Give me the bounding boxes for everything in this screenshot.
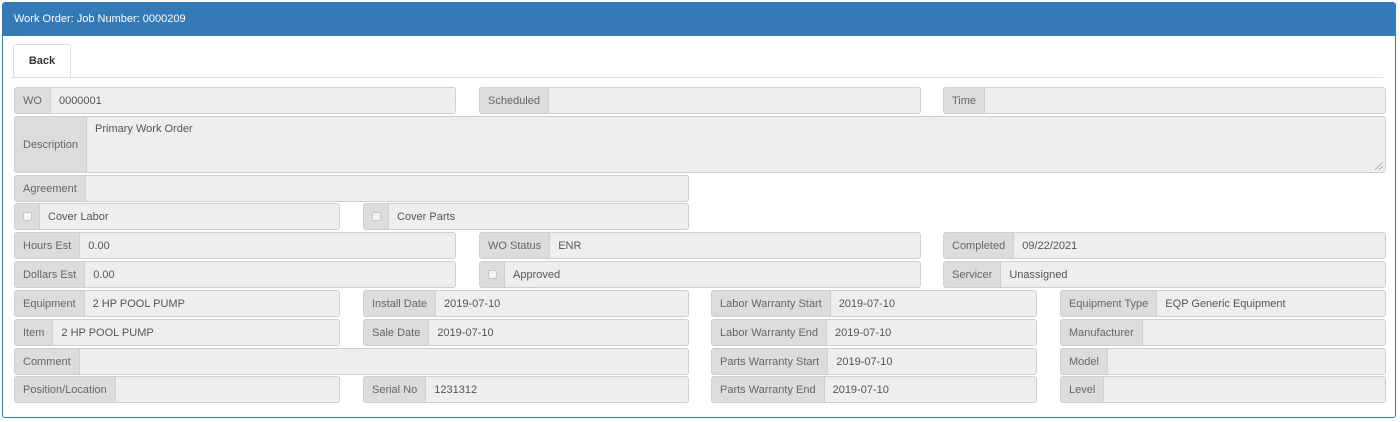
install-date-field[interactable]: 2019-07-10 xyxy=(436,291,688,316)
wo-field[interactable]: 0000001 xyxy=(50,88,455,113)
labor-warranty-end-group: Labor Warranty End 2019-07-10 xyxy=(711,319,1037,346)
item-group: Item 2 HP POOL PUMP xyxy=(14,319,340,346)
approved-label: Approved xyxy=(505,262,920,287)
labor-warranty-end-field[interactable]: 2019-07-10 xyxy=(827,320,1036,345)
item-label: Item xyxy=(15,320,54,345)
serial-no-group: Serial No 1231312 xyxy=(363,376,689,403)
hours-est-field[interactable]: 0.00 xyxy=(80,233,455,258)
equipment-group: Equipment 2 HP POOL PUMP xyxy=(14,290,340,317)
position-location-group: Position/Location xyxy=(14,376,340,403)
servicer-group: Servicer Unassigned xyxy=(943,261,1386,288)
cover-labor-group: Cover Labor xyxy=(14,203,340,230)
equipment-field[interactable]: 2 HP POOL PUMP xyxy=(84,291,339,316)
description-field-group: Description Primary Work Order xyxy=(14,116,1386,173)
time-label: Time xyxy=(944,88,986,113)
scheduled-label: Scheduled xyxy=(480,88,549,113)
serial-no-field[interactable]: 1231312 xyxy=(426,377,688,402)
level-field[interactable] xyxy=(1104,377,1385,402)
position-location-label: Position/Location xyxy=(15,377,116,402)
labor-warranty-start-label: Labor Warranty Start xyxy=(712,291,831,316)
comment-field[interactable] xyxy=(79,349,688,374)
item-field[interactable]: 2 HP POOL PUMP xyxy=(53,320,339,345)
sale-date-label: Sale Date xyxy=(364,320,430,345)
description-text: Primary Work Order xyxy=(95,123,193,135)
sale-date-group: Sale Date 2019-07-10 xyxy=(363,319,689,346)
dollars-est-field[interactable]: 0.00 xyxy=(85,262,455,287)
labor-warranty-end-label: Labor Warranty End xyxy=(712,320,828,345)
scheduled-field-group: Scheduled xyxy=(479,87,921,114)
parts-warranty-end-group: Parts Warranty End 2019-07-10 xyxy=(711,376,1037,403)
wo-label: WO xyxy=(15,88,51,113)
agreement-field[interactable] xyxy=(85,176,688,201)
cover-labor-checkbox[interactable] xyxy=(22,212,32,221)
agreement-label: Agreement xyxy=(15,176,86,201)
equipment-type-group: Equipment Type EQP Generic Equipment xyxy=(1060,290,1386,317)
parts-warranty-start-field[interactable]: 2019-07-10 xyxy=(828,349,1036,374)
cover-parts-checkbox[interactable] xyxy=(371,212,381,221)
serial-no-label: Serial No xyxy=(364,377,427,402)
completed-field[interactable]: 09/22/2021 xyxy=(1014,233,1385,258)
dollars-est-group: Dollars Est 0.00 xyxy=(14,261,456,288)
manufacturer-label: Manufacturer xyxy=(1061,320,1143,345)
approved-group: Approved xyxy=(479,261,921,288)
parts-warranty-start-label: Parts Warranty Start xyxy=(712,349,829,374)
back-tab[interactable]: Back xyxy=(13,44,71,77)
comment-label: Comment xyxy=(15,349,80,374)
level-label: Level xyxy=(1061,377,1105,402)
parts-warranty-start-group: Parts Warranty Start 2019-07-10 xyxy=(711,348,1037,375)
cover-parts-label: Cover Parts xyxy=(389,204,688,229)
panel-title: Work Order: Job Number: 0000209 xyxy=(3,3,1395,36)
equipment-type-field[interactable]: EQP Generic Equipment xyxy=(1157,291,1385,316)
description-textarea[interactable]: Primary Work Order xyxy=(87,117,1385,172)
approved-checkbox-cell[interactable] xyxy=(480,262,505,287)
wo-status-label: WO Status xyxy=(480,233,551,258)
approved-checkbox[interactable] xyxy=(487,270,497,279)
parts-warranty-end-field[interactable]: 2019-07-10 xyxy=(824,377,1036,402)
parts-warranty-end-label: Parts Warranty End xyxy=(712,377,825,402)
equipment-type-label: Equipment Type xyxy=(1061,291,1158,316)
cover-parts-checkbox-cell[interactable] xyxy=(364,204,389,229)
install-date-label: Install Date xyxy=(364,291,437,316)
servicer-field[interactable]: Unassigned xyxy=(1001,262,1385,287)
agreement-field-group: Agreement xyxy=(14,175,689,202)
resize-grip-icon[interactable] xyxy=(1375,162,1383,170)
cover-parts-group: Cover Parts xyxy=(363,203,689,230)
wo-field-group: WO 0000001 xyxy=(14,87,456,114)
dollars-est-label: Dollars Est xyxy=(15,262,86,287)
comment-group: Comment xyxy=(14,348,689,375)
tab-bar: Back xyxy=(11,44,1383,78)
hours-est-group: Hours Est 0.00 xyxy=(14,232,456,259)
model-field[interactable] xyxy=(1107,349,1385,374)
sale-date-field[interactable]: 2019-07-10 xyxy=(429,320,688,345)
labor-warranty-start-group: Labor Warranty Start 2019-07-10 xyxy=(711,290,1037,317)
cover-labor-label: Cover Labor xyxy=(40,204,339,229)
cover-labor-checkbox-cell[interactable] xyxy=(15,204,40,229)
wo-status-group: WO Status ENR xyxy=(479,232,921,259)
scheduled-field[interactable] xyxy=(549,88,920,113)
position-location-field[interactable] xyxy=(115,377,339,402)
completed-group: Completed 09/22/2021 xyxy=(943,232,1386,259)
manufacturer-group: Manufacturer xyxy=(1060,319,1386,346)
hours-est-label: Hours Est xyxy=(15,233,81,258)
equipment-label: Equipment xyxy=(15,291,85,316)
level-group: Level xyxy=(1060,376,1386,403)
model-group: Model xyxy=(1060,348,1386,375)
completed-label: Completed xyxy=(944,233,1015,258)
time-field-group: Time xyxy=(943,87,1386,114)
time-field[interactable] xyxy=(985,88,1385,113)
manufacturer-field[interactable] xyxy=(1142,320,1385,345)
wo-status-field[interactable]: ENR xyxy=(550,233,920,258)
servicer-label: Servicer xyxy=(944,262,1002,287)
install-date-group: Install Date 2019-07-10 xyxy=(363,290,689,317)
labor-warranty-start-field[interactable]: 2019-07-10 xyxy=(830,291,1036,316)
model-label: Model xyxy=(1061,349,1108,374)
description-label: Description xyxy=(15,117,88,172)
